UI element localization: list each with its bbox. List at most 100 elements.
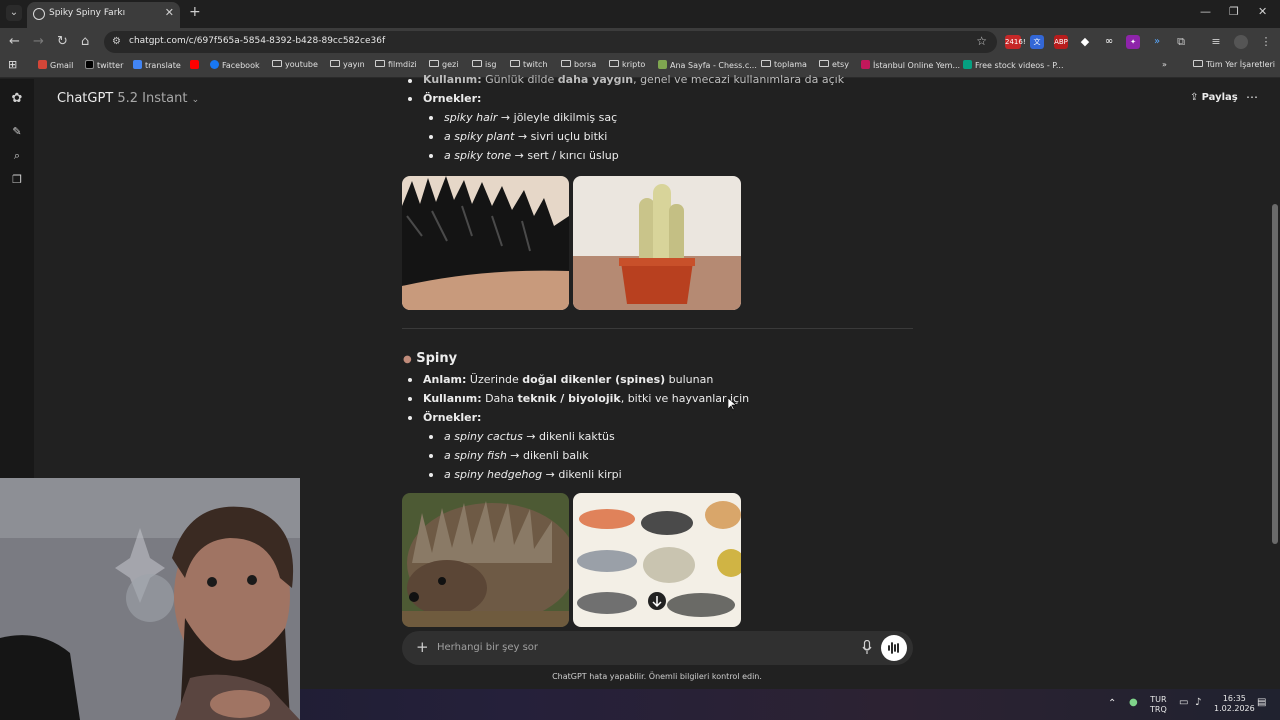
reload-button[interactable]: ↻ bbox=[57, 34, 68, 49]
bookmark-folder-isg[interactable]: isg bbox=[472, 60, 496, 69]
browser-tab-bar: ⌄ Spiky Spiny Farkı ✕ + — ❐ ✕ bbox=[0, 0, 1280, 28]
bookmark-chess[interactable]: Ana Sayfa - Chess.c... bbox=[658, 60, 757, 70]
example-spiny-fish: a spiny fish → dikenli balık bbox=[444, 449, 589, 462]
chess-icon bbox=[658, 60, 667, 69]
share-button[interactable]: ⇪ Paylaş bbox=[1190, 92, 1238, 103]
twitch-extension-icon[interactable]: ✦ bbox=[1126, 35, 1140, 49]
x-icon bbox=[85, 60, 94, 69]
example-spiky-plant: a spiky plant → sivri uçlu bitki bbox=[444, 130, 608, 143]
extensions-puzzle-icon[interactable]: ⧉ bbox=[1174, 35, 1188, 49]
bookmark-facebook[interactable]: Facebook bbox=[210, 60, 260, 70]
spiny-heading: ● Spiny bbox=[403, 351, 458, 366]
browser-menu-icon[interactable]: ⋮ bbox=[1259, 35, 1273, 49]
minimize-button[interactable]: — bbox=[1200, 5, 1211, 18]
voice-mode-button[interactable] bbox=[881, 635, 907, 661]
chatgpt-favicon-icon bbox=[33, 8, 45, 20]
input-language[interactable]: TUR TRQ bbox=[1150, 695, 1167, 715]
gmail-icon bbox=[38, 60, 47, 69]
bookmark-istanbul[interactable]: İstanbul Online Yem... bbox=[861, 60, 960, 70]
notification-icon[interactable]: ▤ bbox=[1257, 698, 1266, 708]
message-composer[interactable]: + Herhangi bir şey sor bbox=[402, 631, 913, 665]
example-spiky-hair: spiky hair → jöleyle dikilmiş saç bbox=[444, 111, 618, 124]
scrollbar-thumb[interactable] bbox=[1272, 204, 1278, 544]
tray-microphone-icon[interactable]: ● bbox=[1129, 698, 1138, 708]
bullet bbox=[408, 79, 412, 83]
more-bookmarks-chevron-icon[interactable]: » bbox=[1162, 60, 1167, 69]
mouse-cursor-icon bbox=[728, 398, 736, 411]
tray-chevron-up-icon[interactable]: ⌃ bbox=[1108, 699, 1116, 709]
facebook-icon bbox=[210, 60, 219, 69]
folder-icon bbox=[272, 60, 282, 67]
bullet bbox=[408, 397, 412, 401]
composer-input[interactable]: Herhangi bir şey sor bbox=[437, 642, 538, 653]
search-icon[interactable]: ⌕ bbox=[10, 149, 24, 163]
sub-bullet bbox=[429, 116, 433, 120]
spiky-plant-cactus-image[interactable] bbox=[573, 176, 741, 310]
network-icon[interactable]: ▭ bbox=[1179, 698, 1188, 708]
bookmark-folder-etsy[interactable]: etsy bbox=[819, 60, 849, 69]
address-bar[interactable]: ⚙ chatgpt.com/c/697f565a-5854-8392-b428-… bbox=[104, 31, 997, 53]
glasses-extension-icon[interactable]: ∞ bbox=[1102, 35, 1116, 49]
spiky-hair-image[interactable] bbox=[402, 176, 569, 310]
bookmark-folder-youtube[interactable]: youtube bbox=[272, 60, 318, 69]
bookmark-star-icon[interactable]: ☆ bbox=[976, 34, 987, 48]
bookmark-translate[interactable]: translate bbox=[133, 60, 181, 70]
ornekler-label: Örnekler: bbox=[423, 92, 482, 105]
attach-plus-icon[interactable]: + bbox=[416, 638, 429, 656]
reading-list-icon[interactable]: ≡ bbox=[1209, 35, 1223, 49]
pexels-icon bbox=[963, 60, 972, 69]
clock[interactable]: 16:35 1.02.2026 bbox=[1214, 694, 1255, 714]
bullet bbox=[408, 378, 412, 382]
all-bookmarks-folder[interactable]: Tüm Yer İşaretleri bbox=[1193, 60, 1275, 69]
anlam-line: Anlam: Üzerinde doğal dikenler (spines) … bbox=[423, 373, 714, 386]
new-chat-icon[interactable]: ✎ bbox=[10, 125, 24, 139]
hedgehog-image[interactable] bbox=[402, 493, 569, 627]
home-button[interactable]: ⌂ bbox=[81, 34, 89, 49]
bookmark-folder-filmdizi[interactable]: filmdizi bbox=[375, 60, 417, 69]
folder-icon bbox=[429, 60, 439, 67]
folder-icon bbox=[561, 60, 571, 67]
openai-logo-icon[interactable]: ✿ bbox=[10, 91, 24, 106]
microphone-icon[interactable] bbox=[862, 640, 872, 655]
restore-button[interactable]: ❐ bbox=[1229, 5, 1239, 18]
tab-list-button[interactable]: ⌄ bbox=[6, 5, 22, 21]
site-info-icon[interactable]: ⚙ bbox=[112, 36, 121, 47]
back-button[interactable]: ← bbox=[9, 34, 20, 49]
spiny-fish-chart-image[interactable] bbox=[573, 493, 741, 627]
bookmark-twitter[interactable]: twitter bbox=[85, 60, 123, 70]
audio-extension-icon[interactable]: » bbox=[1150, 35, 1164, 49]
share-label: Paylaş bbox=[1201, 92, 1238, 103]
window-close-button[interactable]: ✕ bbox=[1258, 5, 1267, 18]
profile-avatar[interactable] bbox=[1234, 35, 1248, 49]
adblock-extension-icon[interactable]: ABP bbox=[1054, 35, 1068, 49]
translate-extension-icon[interactable]: 文 bbox=[1030, 35, 1044, 49]
tab-close-icon[interactable]: ✕ bbox=[165, 6, 174, 19]
diamond-extension-icon[interactable]: ◆ bbox=[1078, 35, 1092, 49]
forward-button[interactable]: → bbox=[33, 34, 44, 49]
section-divider bbox=[402, 328, 913, 329]
sub-bullet bbox=[429, 135, 433, 139]
example-spiny-cactus: a spiny cactus → dikenli kaktüs bbox=[444, 430, 615, 443]
bookmark-folder-yayin[interactable]: yayın bbox=[330, 60, 365, 69]
chevron-down-icon: ⌄ bbox=[191, 95, 200, 105]
bookmark-gmail[interactable]: Gmail bbox=[38, 60, 73, 70]
library-icon[interactable]: ❐ bbox=[10, 173, 24, 187]
volume-icon[interactable]: ♪ bbox=[1195, 698, 1201, 708]
extension-badge[interactable]: 2416! bbox=[1005, 35, 1026, 49]
bookmark-folder-gezi[interactable]: gezi bbox=[429, 60, 458, 69]
youtube-icon bbox=[190, 60, 199, 69]
apps-grid-icon[interactable]: ⊞ bbox=[8, 58, 17, 71]
bookmark-youtube-red[interactable] bbox=[190, 60, 202, 70]
folder-icon bbox=[330, 60, 340, 67]
bookmark-folder-toplama[interactable]: toplama bbox=[761, 60, 807, 69]
bookmark-pexels[interactable]: Free stock videos - P... bbox=[963, 60, 1064, 70]
sub-bullet bbox=[429, 154, 433, 158]
browser-tab-active[interactable]: Spiky Spiny Farkı ✕ bbox=[27, 2, 180, 28]
bookmark-folder-borsa[interactable]: borsa bbox=[561, 60, 596, 69]
translate-icon bbox=[133, 60, 142, 69]
new-tab-button[interactable]: + bbox=[189, 4, 201, 20]
model-selector[interactable]: ChatGPT 5.2 Instant ⌄ bbox=[57, 91, 199, 106]
more-options-icon[interactable]: ⋯ bbox=[1246, 90, 1258, 104]
bookmark-folder-kripto[interactable]: kripto bbox=[609, 60, 645, 69]
bookmark-folder-twitch[interactable]: twitch bbox=[510, 60, 548, 69]
